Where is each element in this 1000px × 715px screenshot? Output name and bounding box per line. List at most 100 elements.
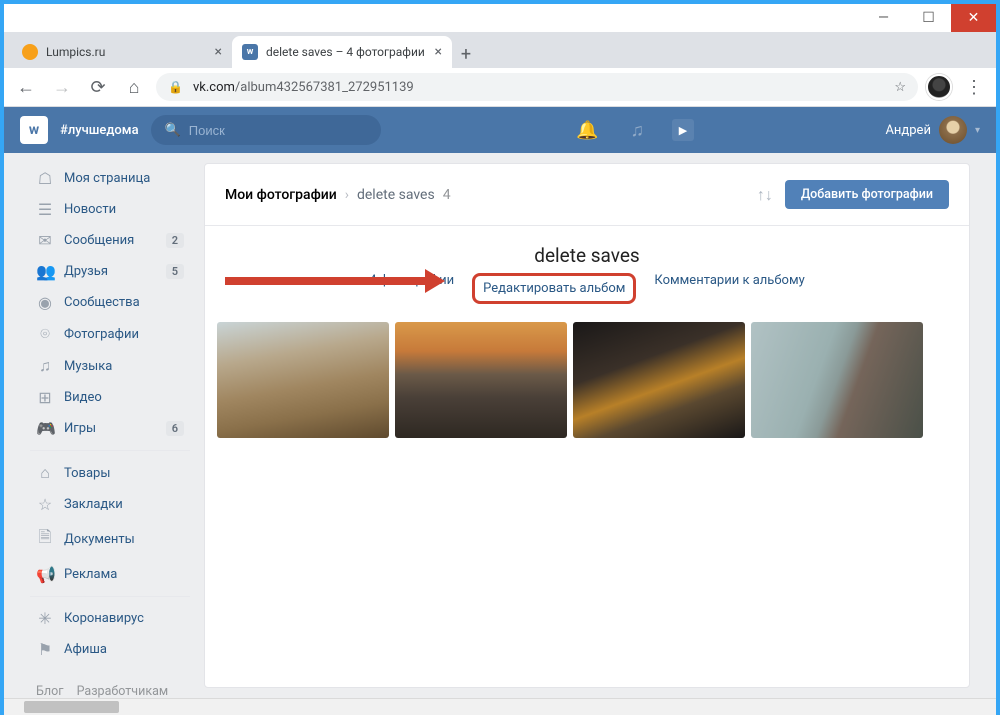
sidebar-item-label: Музыка [64, 359, 112, 374]
sidebar-item-label: Новости [64, 202, 116, 217]
album-comments-link[interactable]: Комментарии к альбому [654, 273, 804, 304]
home-button[interactable]: ⌂ [120, 77, 148, 98]
nav-icon: ☆ [36, 495, 54, 514]
nav-icon: ◉ [36, 293, 54, 312]
sidebar-item[interactable]: 📢Реклама [30, 559, 190, 590]
nav-icon: ⌂ [36, 463, 54, 483]
photo-thumbnail[interactable] [751, 322, 923, 438]
album-panel: Мои фотографии › delete saves 4 ↑↓ Добав… [204, 163, 970, 688]
add-photos-button[interactable]: Добавить фотографии [785, 180, 949, 209]
window-titlebar: — ☐ ✕ [4, 4, 996, 32]
sidebar-item-label: Видео [64, 390, 102, 405]
tab-title: delete saves – 4 фотографии [266, 45, 427, 59]
nav-icon: 🗎 [36, 526, 54, 553]
play-icon[interactable]: ▶ [672, 119, 694, 141]
vk-profile-menu[interactable]: Андрей ▾ [885, 116, 980, 144]
nav-icon: ⊞ [36, 388, 54, 407]
new-tab-button[interactable]: + [452, 40, 480, 68]
tab-title: Lumpics.ru [46, 45, 207, 59]
vk-hashtag-link[interactable]: #лучшедома [60, 123, 139, 138]
sidebar-badge: 2 [166, 233, 184, 248]
nav-icon: ✳ [36, 609, 54, 628]
browser-tabstrip: Lumpics.ru × w delete saves – 4 фотограф… [4, 32, 996, 68]
address-bar[interactable]: 🔒 vk.com/album432567381_272951139 ☆ [156, 73, 918, 101]
photo-thumbnail[interactable] [217, 322, 389, 438]
edit-album-link[interactable]: Редактировать альбом [472, 273, 636, 304]
url-text: vk.com/album432567381_272951139 [193, 80, 884, 95]
footer-link[interactable]: Разработчикам [77, 679, 169, 698]
album-header: Мои фотографии › delete saves 4 ↑↓ Добав… [205, 164, 969, 226]
sort-icon[interactable]: ↑↓ [757, 185, 773, 205]
profile-name: Андрей [885, 123, 931, 138]
nav-icon: ☖ [36, 169, 54, 188]
chevron-right-icon: › [345, 187, 349, 203]
sidebar-badge: 6 [166, 421, 184, 436]
favicon-icon [22, 44, 38, 60]
breadcrumb-count: 4 [443, 187, 451, 203]
sidebar-item[interactable]: ⌾Фотографии [30, 318, 190, 350]
photo-grid [205, 318, 969, 456]
breadcrumb-root-link[interactable]: Мои фотографии [225, 187, 337, 203]
photo-thumbnail[interactable] [395, 322, 567, 438]
sidebar-item[interactable]: ⊞ Видео [30, 382, 190, 413]
annotation-arrow-icon [225, 266, 445, 296]
nav-icon: 👥 [36, 262, 54, 281]
breadcrumb-current: delete saves [357, 187, 435, 203]
chevron-down-icon: ▾ [975, 125, 980, 136]
music-icon[interactable]: ♫ [620, 120, 654, 141]
sidebar-item-label: Сообщения [64, 233, 134, 248]
browser-profile-avatar[interactable] [926, 74, 952, 100]
sidebar-item[interactable]: ✉ Сообщения 2 [30, 225, 190, 256]
photo-thumbnail[interactable] [573, 322, 745, 438]
nav-icon: ☰ [36, 200, 54, 219]
sidebar-item-label: Фотографии [64, 327, 139, 342]
sidebar-item-label: Сообщества [64, 295, 140, 310]
window-maximize-button[interactable]: ☐ [906, 4, 951, 32]
favicon-icon: w [242, 44, 258, 60]
sidebar-item[interactable]: 👥Друзья5 [30, 256, 190, 287]
browser-menu-button[interactable]: ⋮ [960, 77, 988, 98]
sidebar-item-label: Моя страница [64, 171, 150, 186]
forward-button[interactable]: → [48, 77, 76, 98]
search-icon: 🔍 [165, 123, 181, 138]
browser-tab-lumpics[interactable]: Lumpics.ru × [12, 36, 232, 68]
bookmark-star-icon[interactable]: ☆ [894, 80, 906, 95]
sidebar-item[interactable]: 🗎Документы [30, 520, 190, 559]
notifications-icon[interactable]: 🔔 [566, 120, 608, 141]
vk-header: w #лучшедома 🔍 🔔 ♫ ▶ Андрей ▾ [4, 107, 996, 153]
close-icon[interactable]: × [435, 44, 442, 60]
sidebar-item[interactable]: ☰ Новости [30, 194, 190, 225]
sidebar-item[interactable]: ⌂ Товары [30, 457, 190, 489]
sidebar-item[interactable]: 🎮 Игры 6 [30, 413, 190, 444]
sidebar-item[interactable]: ☖ Моя страница [30, 163, 190, 194]
scrollbar-thumb[interactable] [24, 701, 119, 713]
footer-link[interactable]: Блог [36, 679, 63, 698]
breadcrumb: Мои фотографии › delete saves 4 [225, 187, 451, 203]
vk-logo[interactable]: w [20, 116, 48, 144]
sidebar-item-label: Игры [64, 421, 96, 436]
sidebar-item-label: Коронавирус [64, 611, 144, 626]
sidebar-item-label: Афиша [64, 642, 107, 657]
sidebar-item-label: Закладки [64, 497, 123, 512]
sidebar-item[interactable]: ⚑Афиша [30, 634, 190, 665]
browser-tab-vk-album[interactable]: w delete saves – 4 фотографии × [232, 36, 452, 68]
nav-icon: 📢 [36, 565, 54, 584]
nav-icon: 🎮 [36, 419, 54, 438]
back-button[interactable]: ← [12, 77, 40, 98]
nav-icon: ✉ [36, 231, 54, 250]
album-title: delete saves [225, 244, 949, 267]
sidebar-item-label: Товары [64, 466, 110, 481]
sidebar-badge: 5 [166, 264, 184, 279]
sidebar-item[interactable]: ◉ Сообщества [30, 287, 190, 318]
sidebar-item[interactable]: ☆ Закладки [30, 489, 190, 520]
vk-search-box[interactable]: 🔍 [151, 115, 381, 145]
window-close-button[interactable]: ✕ [951, 4, 996, 32]
nav-icon: ♫ [36, 356, 54, 376]
horizontal-scrollbar[interactable] [4, 698, 996, 715]
search-input[interactable] [189, 123, 367, 138]
sidebar-item[interactable]: ♫ Музыка [30, 350, 190, 382]
close-icon[interactable]: × [215, 44, 222, 60]
reload-button[interactable]: ⟳ [84, 77, 112, 98]
window-minimize-button[interactable]: — [861, 4, 906, 32]
sidebar-item[interactable]: ✳ Коронавирус [30, 603, 190, 634]
